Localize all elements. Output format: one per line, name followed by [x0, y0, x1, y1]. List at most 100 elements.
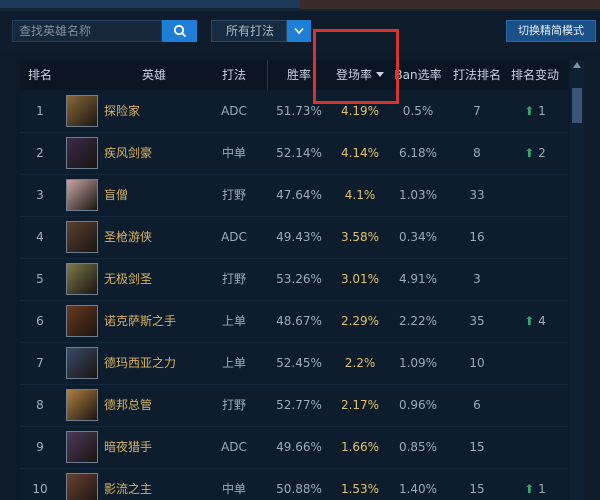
- table-row[interactable]: 9 暗夜猎手 ADC 49.66% 1.66% 0.85% 15: [20, 426, 568, 469]
- col-hero-header[interactable]: 英雄: [104, 60, 204, 90]
- role-filter-select[interactable]: 所有打法: [211, 20, 287, 42]
- ban-rate-cell: 0.34%: [398, 230, 438, 244]
- table-row[interactable]: 2 疾风剑豪 中单 52.14% 4.14% 6.18% 8 ⬆ 2: [20, 132, 568, 175]
- hero-avatar[interactable]: [66, 95, 98, 127]
- rank-change-cell: [508, 216, 562, 258]
- rank-cell: 3: [36, 188, 44, 202]
- hero-name[interactable]: 德玛西亚之力: [104, 342, 204, 384]
- role-cell: ADC: [221, 104, 247, 118]
- pick-rate-cell: 2.2%: [344, 356, 376, 370]
- search-icon: [173, 24, 186, 38]
- rank-change-cell: [508, 174, 562, 216]
- win-rate-cell: 47.64%: [276, 188, 322, 202]
- arrow-up-icon: ⬆: [524, 482, 539, 496]
- win-rate-cell: 48.67%: [276, 314, 322, 328]
- role-cell: 上单: [221, 314, 246, 328]
- pick-rate-cell: 3.01%: [340, 272, 380, 286]
- hero-name[interactable]: 盲僧: [104, 174, 204, 216]
- hero-name[interactable]: 疾风剑豪: [104, 132, 204, 174]
- role-cell: 中单: [221, 482, 246, 496]
- table-row[interactable]: 5 无极剑圣 打野 53.26% 3.01% 4.91% 3: [20, 258, 568, 301]
- rank-change-cell: [508, 426, 562, 468]
- hero-name[interactable]: 无极剑圣: [104, 258, 204, 300]
- table-row[interactable]: 8 德邦总管 打野 52.77% 2.17% 0.96% 6: [20, 384, 568, 427]
- rank-change-cell: ⬆ 4: [508, 300, 562, 342]
- win-rate-cell: 49.66%: [276, 440, 322, 454]
- top-banner-left: [0, 0, 300, 8]
- rank-cell: 5: [36, 272, 44, 286]
- role-cell: 打野: [221, 188, 246, 202]
- rank-change-cell: [508, 384, 562, 426]
- rank-change-cell: [508, 258, 562, 300]
- hero-avatar[interactable]: [66, 431, 98, 463]
- hero-name[interactable]: 诺克萨斯之手: [104, 300, 204, 342]
- rank-cell: 9: [36, 440, 44, 454]
- pick-rate-cell: 1.66%: [340, 440, 380, 454]
- ban-rate-cell: 4.91%: [398, 272, 438, 286]
- rank-change-cell: ⬆ 2: [508, 132, 562, 174]
- pick-rate-cell: 2.29%: [340, 314, 380, 328]
- rank-change-value: 4: [538, 314, 546, 328]
- rank-cell: 10: [32, 482, 48, 496]
- col-rank-header[interactable]: 排名: [20, 60, 60, 90]
- rank-cell: 7: [36, 356, 44, 370]
- table-row[interactable]: 1 探险家 ADC 51.73% 4.19% 0.5% 7 ⬆ 1: [20, 90, 568, 133]
- hero-avatar[interactable]: [66, 389, 98, 421]
- role-cell: ADC: [221, 230, 247, 244]
- role-rank-cell: 7: [473, 104, 481, 118]
- table-row[interactable]: 10 影流之主 中单 50.88% 1.53% 1.40% 15 ⬆ 1: [20, 468, 568, 500]
- hero-name[interactable]: 圣枪游侠: [104, 216, 204, 258]
- rank-change-cell: ⬆ 1: [508, 90, 562, 132]
- table-row[interactable]: 3 盲僧 打野 47.64% 4.1% 1.03% 33: [20, 174, 568, 217]
- ban-rate-cell: 6.18%: [398, 146, 438, 160]
- role-rank-cell: 33: [469, 188, 485, 202]
- col-role-header[interactable]: 打法: [208, 60, 260, 90]
- search-button[interactable]: [162, 20, 197, 42]
- hero-avatar[interactable]: [66, 137, 98, 169]
- ban-rate-cell: 1.03%: [398, 188, 438, 202]
- scrollbar-thumb[interactable]: [572, 88, 582, 123]
- search-input[interactable]: [12, 20, 162, 42]
- scroll-up-arrow[interactable]: [573, 62, 581, 68]
- hero-avatar[interactable]: [66, 347, 98, 379]
- role-cell: 上单: [221, 356, 246, 370]
- hero-avatar[interactable]: [66, 179, 98, 211]
- toolbar: 所有打法 切换精简模式: [0, 11, 600, 53]
- hero-avatar[interactable]: [66, 305, 98, 337]
- role-cell: 中单: [221, 146, 246, 160]
- win-rate-cell: 52.14%: [276, 146, 322, 160]
- col-role-rank-header[interactable]: 打法排名: [450, 60, 504, 90]
- hero-name[interactable]: 影流之主: [104, 468, 204, 500]
- pick-rate-cell: 2.17%: [340, 398, 380, 412]
- pick-rate-cell: 4.1%: [344, 188, 376, 202]
- rank-cell: 8: [36, 398, 44, 412]
- role-rank-cell: 35: [469, 314, 485, 328]
- hero-avatar[interactable]: [66, 263, 98, 295]
- role-rank-cell: 16: [469, 230, 485, 244]
- hero-name[interactable]: 探险家: [104, 90, 204, 132]
- scrollbar[interactable]: [570, 60, 584, 500]
- table-row[interactable]: 4 圣枪游侠 ADC 49.43% 3.58% 0.34% 16: [20, 216, 568, 259]
- hero-name[interactable]: 德邦总管: [104, 384, 204, 426]
- hero-avatar[interactable]: [66, 473, 98, 500]
- role-rank-cell: 8: [473, 146, 481, 160]
- rank-cell: 4: [36, 230, 44, 244]
- role-cell: ADC: [221, 440, 247, 454]
- hero-avatar[interactable]: [66, 221, 98, 253]
- top-strip: [0, 0, 600, 11]
- table-row[interactable]: 7 德玛西亚之力 上单 52.45% 2.2% 1.09% 10: [20, 342, 568, 385]
- win-rate-cell: 49.43%: [276, 230, 322, 244]
- hero-name[interactable]: 暗夜猎手: [104, 426, 204, 468]
- role-rank-cell: 6: [473, 398, 481, 412]
- role-rank-cell: 3: [473, 272, 481, 286]
- role-filter-dropdown-button[interactable]: [287, 20, 311, 42]
- rank-change-cell: [508, 342, 562, 384]
- ban-rate-cell: 2.22%: [398, 314, 438, 328]
- col-rank-change-header[interactable]: 排名变动: [508, 60, 562, 90]
- switch-compact-mode-button[interactable]: 切换精简模式: [506, 20, 596, 42]
- arrow-up-icon: ⬆: [524, 104, 539, 118]
- rank-change-cell: ⬆ 1: [508, 468, 562, 500]
- pick-rate-highlight-box: [313, 29, 399, 104]
- role-cell: 打野: [221, 272, 246, 286]
- table-row[interactable]: 6 诺克萨斯之手 上单 48.67% 2.29% 2.22% 35 ⬆ 4: [20, 300, 568, 343]
